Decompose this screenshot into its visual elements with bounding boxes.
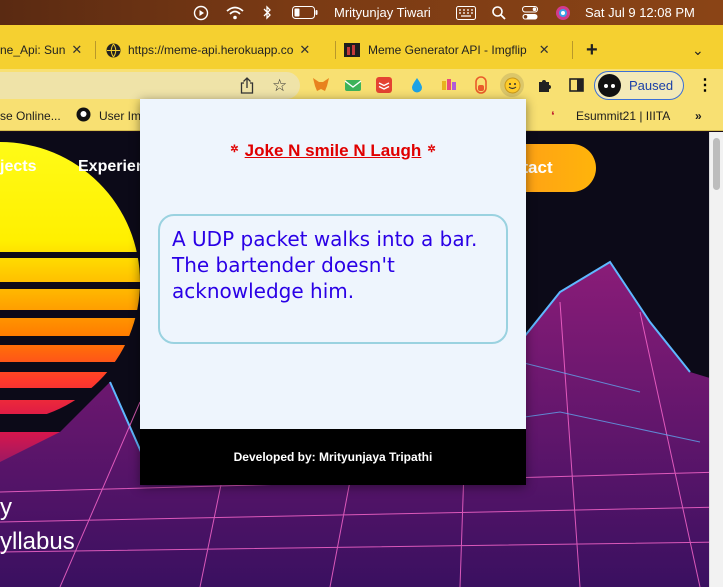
scrollbar-thumb[interactable] bbox=[713, 138, 720, 190]
tab-search-chevron-icon[interactable]: ⌄ bbox=[692, 37, 704, 63]
popup-title: ✲ Joke N smile N Laugh ✲ bbox=[140, 141, 526, 161]
address-bar[interactable]: ☆ bbox=[0, 72, 300, 99]
avatar bbox=[598, 74, 621, 97]
page-scrollbar[interactable] bbox=[709, 132, 723, 587]
search-icon[interactable] bbox=[492, 4, 506, 21]
tab-label: Meme Generator API - Imgflip bbox=[368, 43, 527, 57]
joke-extension-popup: ✲ Joke N smile N Laugh ✲ A UDP packet walk… bbox=[140, 99, 526, 485]
capsule-icon[interactable] bbox=[471, 75, 491, 95]
tab-divider bbox=[95, 41, 96, 59]
browser-tab-strip: ne_Api: Sun ✕ https://meme-api.herokuapp… bbox=[0, 25, 723, 69]
browser-toolbar: ☆ Paused ⋮ bbox=[0, 69, 723, 102]
tab-meme-api-heroku[interactable]: https://meme-api.herokuapp.co ✕ bbox=[106, 37, 336, 63]
play-icon[interactable] bbox=[193, 4, 209, 21]
more-bookmarks-chevron-icon[interactable]: » bbox=[695, 109, 702, 123]
bookmark-item[interactable]: se Online... bbox=[0, 109, 61, 123]
profile-status-label: Paused bbox=[629, 78, 674, 93]
menubar-datetime[interactable]: Sat Jul 9 12:08 PM bbox=[585, 4, 695, 21]
mail-extension-icon[interactable] bbox=[343, 75, 363, 95]
keyboard-icon[interactable] bbox=[456, 4, 476, 21]
tab-imgflip[interactable]: Meme Generator API - Imgflip ✕ bbox=[344, 37, 562, 63]
macos-menu-bar: Mrityunjay Tiwari Sat Jul 9 12:08 PM bbox=[0, 0, 723, 25]
todoist-icon[interactable] bbox=[374, 75, 394, 95]
joke-text-box: A UDP packet walks into a bar. The barte… bbox=[158, 214, 508, 344]
new-tab-plus-icon[interactable]: + bbox=[586, 37, 598, 63]
sidepanel-icon[interactable] bbox=[566, 75, 586, 95]
developer-credit: Developed by: Mrityunjaya Tripathi bbox=[233, 450, 433, 464]
close-icon[interactable]: ✕ bbox=[71, 42, 82, 58]
wifi-icon[interactable] bbox=[226, 4, 244, 21]
close-icon[interactable]: ✕ bbox=[539, 42, 550, 58]
sparkle-icon: ✲ bbox=[230, 144, 239, 155]
share-icon[interactable] bbox=[240, 77, 254, 99]
hero-text-line: yllabus bbox=[0, 528, 75, 555]
battery-icon[interactable] bbox=[292, 4, 318, 21]
hero-text-line: y bbox=[0, 494, 12, 521]
control-center-icon[interactable] bbox=[522, 4, 538, 21]
nav-link-projects[interactable]: jects bbox=[0, 158, 36, 176]
bookmark-item[interactable]: Esummit21 | IIITA bbox=[576, 109, 670, 123]
github-icon bbox=[76, 107, 91, 125]
tab-label: ne_Api: Sun bbox=[0, 43, 66, 57]
menubar-user-name[interactable]: Mrityunjay Tiwari bbox=[334, 4, 431, 21]
bookmark-star-icon[interactable]: ☆ bbox=[272, 76, 287, 96]
profile-paused-button[interactable]: Paused bbox=[594, 71, 684, 100]
popup-footer: Developed by: Mrityunjaya Tripathi bbox=[140, 429, 526, 485]
puzzle-icon[interactable] bbox=[535, 75, 555, 95]
nav-link-experience[interactable]: Experien bbox=[78, 158, 146, 176]
close-icon[interactable]: ✕ bbox=[299, 42, 310, 58]
drop-icon[interactable] bbox=[407, 75, 427, 95]
tab-label: https://meme-api.herokuapp.co bbox=[128, 43, 294, 57]
globe-icon bbox=[106, 43, 121, 58]
popup-title-text[interactable]: Joke N smile N Laugh bbox=[245, 141, 422, 160]
candles-icon[interactable] bbox=[439, 75, 459, 95]
imgflip-favicon-icon bbox=[344, 43, 360, 57]
metamask-icon[interactable] bbox=[311, 75, 331, 95]
tab-meme-api[interactable]: ne_Api: Sun ✕ bbox=[0, 37, 90, 63]
kebab-menu-icon[interactable]: ⋮ bbox=[695, 75, 715, 95]
bookmark-item[interactable]: User Im bbox=[99, 109, 141, 123]
sparkle-icon: ✲ bbox=[427, 144, 436, 155]
bluetooth-icon[interactable] bbox=[262, 4, 272, 21]
tab-divider bbox=[335, 41, 336, 59]
smiley-extension-icon[interactable] bbox=[500, 73, 524, 97]
tab-divider bbox=[572, 41, 573, 59]
bookmark-favicon-icon: ❛ bbox=[551, 110, 555, 122]
siri-icon[interactable] bbox=[555, 4, 571, 21]
